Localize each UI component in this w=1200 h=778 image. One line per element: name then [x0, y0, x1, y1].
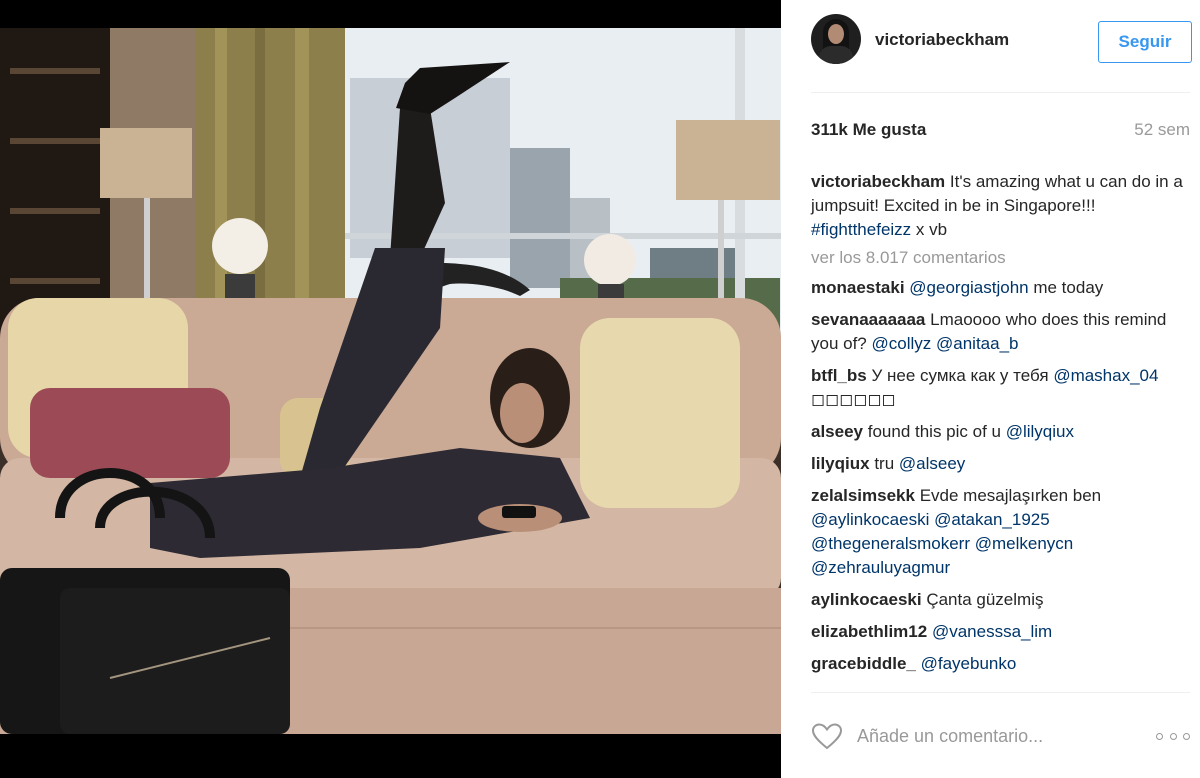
comment-item: aylinkocaeski Çanta güzelmiş: [811, 588, 1188, 612]
comments-section: victoriabeckham It's amazing what u can …: [811, 170, 1188, 684]
comment-item: elizabethlim12 @vanesssa_lim: [811, 620, 1188, 644]
view-all-comments-link[interactable]: ver los 8.017 comentarios: [811, 246, 1188, 270]
comment-username[interactable]: aylinkocaeski: [811, 590, 922, 609]
comment-text: У нее сумка как у тебя: [871, 366, 1054, 385]
comment-username[interactable]: btfl_bs: [811, 366, 867, 385]
comment-mention-link[interactable]: @vanesssa_lim: [932, 622, 1052, 641]
comment-mention-link[interactable]: @georgiastjohn: [909, 278, 1028, 297]
comment-item: zelalsimsekk Evde mesajlaşırken ben @ayl…: [811, 484, 1188, 580]
post-time[interactable]: 52 sem: [1134, 120, 1190, 140]
more-dot: [1156, 732, 1163, 740]
footer-divider: [811, 692, 1190, 693]
follow-button[interactable]: Seguir: [1098, 21, 1192, 63]
comment-text: found this pic of u: [867, 422, 1006, 441]
comment-mention-link[interactable]: @melkenycn: [975, 534, 1074, 553]
comment-mention-link[interactable]: @fayebunko: [921, 654, 1017, 673]
photo-panel: [0, 0, 781, 778]
comment-item: gracebiddle_ @fayebunko: [811, 652, 1188, 676]
comment-mention-link[interactable]: @lilyqiux: [1006, 422, 1074, 441]
comment-mention-link[interactable]: @alseey: [899, 454, 965, 473]
caption-hashtag[interactable]: #fightthefeizz: [811, 220, 911, 239]
likes-row: 311k Me gusta 52 sem: [811, 120, 1190, 144]
comment-username[interactable]: sevanaaaaaaa: [811, 310, 925, 329]
comment-username[interactable]: lilyqiux: [811, 454, 870, 473]
header-divider: [811, 92, 1190, 93]
comment-item: btfl_bs У нее сумка как у тебя @mashax_0…: [811, 364, 1188, 412]
avatar-face: [828, 24, 844, 44]
more-dot: [1169, 732, 1177, 740]
more-options-icon[interactable]: [1156, 726, 1190, 746]
post-sidebar: victoriabeckham Seguir 311k Me gusta 52 …: [781, 0, 1200, 778]
comment-mention-link[interactable]: @mashax_04: [1053, 366, 1158, 385]
likes-count[interactable]: 311k Me gusta: [811, 120, 926, 140]
avatar-body: [819, 46, 853, 64]
caption-username[interactable]: victoriabeckham: [811, 172, 945, 191]
comment-mention-link[interactable]: @anitaa_b: [936, 334, 1019, 353]
add-comment-input[interactable]: [857, 722, 1157, 750]
post-header: victoriabeckham Seguir: [811, 14, 1192, 66]
caption-suffix: x vb: [915, 220, 948, 239]
comment-item: sevanaaaaaaa Lmaoooo who does this remin…: [811, 308, 1188, 356]
comment-username[interactable]: alseey: [811, 422, 863, 441]
heart-outline-icon[interactable]: [811, 722, 843, 750]
comment-mention-link[interactable]: @collyz: [872, 334, 932, 353]
comment-mention-link[interactable]: @atakan_1925: [934, 510, 1050, 529]
comment-username[interactable]: monaestaki: [811, 278, 905, 297]
more-dot: [1183, 732, 1190, 740]
comment-text: ◻◻◻◻◻◻: [811, 390, 896, 409]
avatar[interactable]: [811, 14, 861, 64]
comment-username[interactable]: gracebiddle_: [811, 654, 916, 673]
comment-item: lilyqiux tru @alseey: [811, 452, 1188, 476]
comment-text: Çanta güzelmiş: [926, 590, 1044, 609]
comment-mention-link[interactable]: @thegeneralsmokerr: [811, 534, 970, 553]
post-username[interactable]: victoriabeckham: [875, 30, 1009, 50]
comment-list: monaestaki @georgiastjohn me today sevana…: [811, 276, 1188, 676]
comment-text: tru: [874, 454, 899, 473]
comment-text: Evde mesajlaşırken ben: [919, 486, 1102, 505]
caption: victoriabeckham It's amazing what u can …: [811, 170, 1188, 242]
comment-username[interactable]: elizabethlim12: [811, 622, 927, 641]
comment-item: alseey found this pic of u @lilyqiux: [811, 420, 1188, 444]
post-footer: [811, 712, 1190, 760]
post-photo[interactable]: [0, 28, 781, 734]
comment-mention-link[interactable]: @aylinkocaeski: [811, 510, 929, 529]
comment-item: monaestaki @georgiastjohn me today: [811, 276, 1188, 300]
comment-mention-link[interactable]: @zehrauluyagmur: [811, 558, 950, 577]
comment-username[interactable]: zelalsimsekk: [811, 486, 915, 505]
comment-text: me today: [1028, 278, 1104, 297]
